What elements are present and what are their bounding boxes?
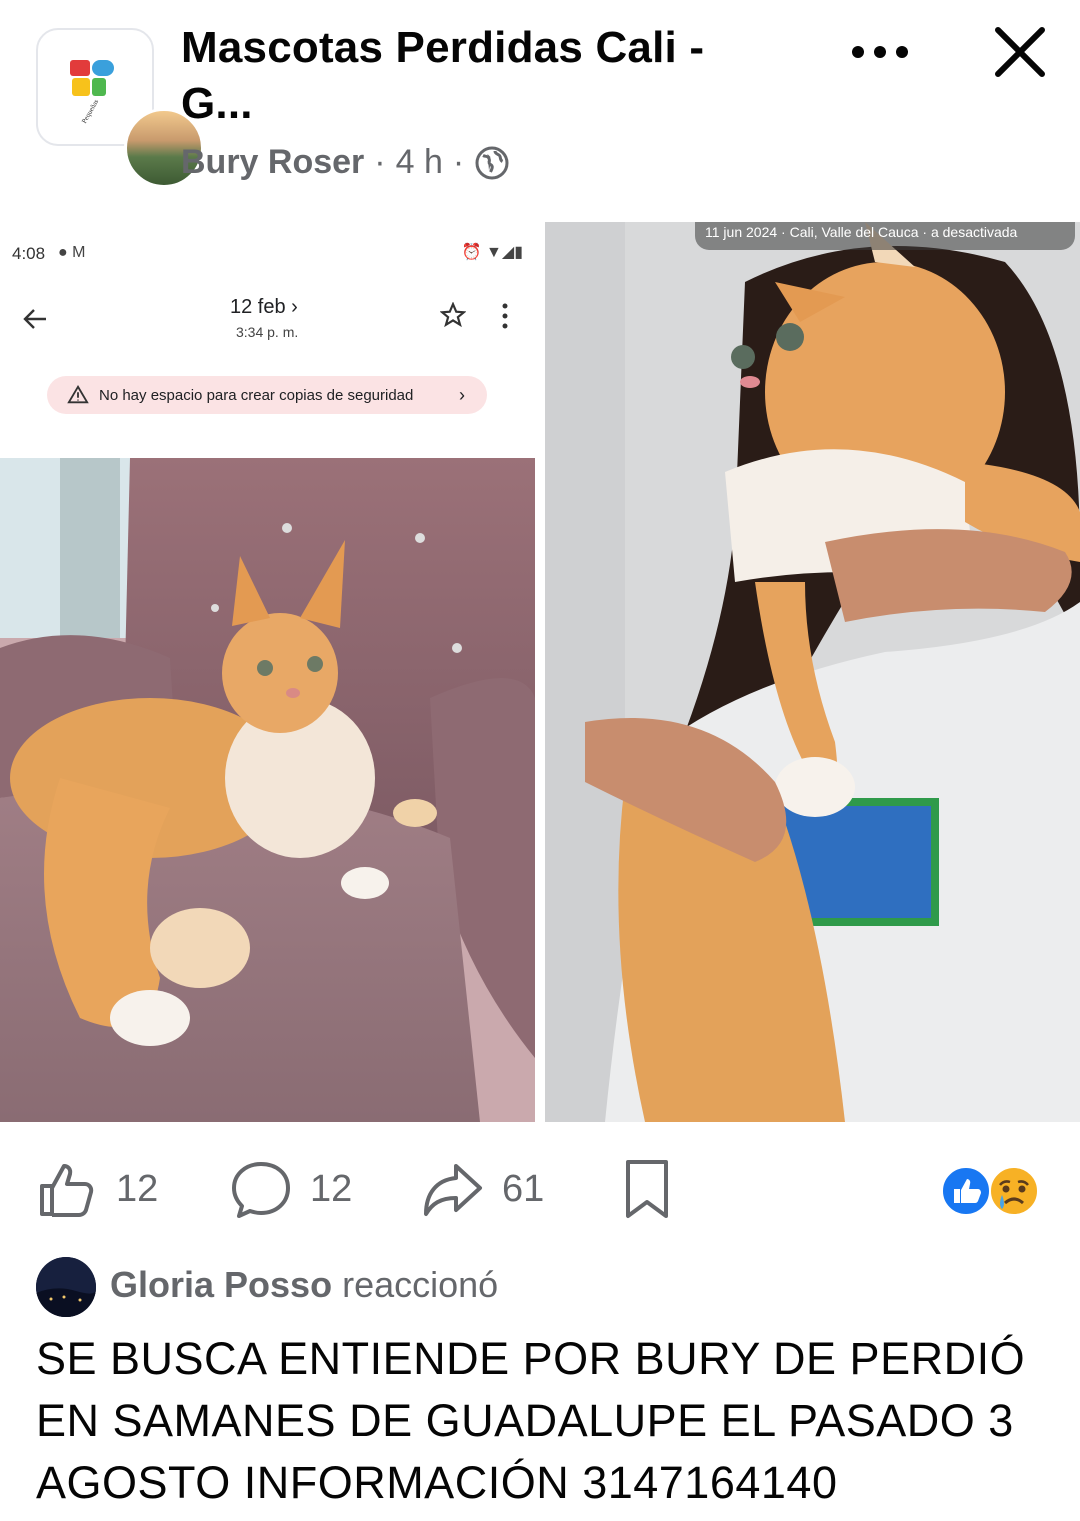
comment-button[interactable]: 12 [230,1158,352,1220]
svg-text:Pequeñas: Pequeñas [80,98,100,125]
cat-held-image [545,222,1080,1122]
reaction-verb: reaccionó [342,1264,499,1305]
reaction-summary[interactable] [940,1165,1040,1217]
backup-warning-banner: No hay espacio para crear copias de segu… [47,376,487,414]
comment-bubble-icon [232,1162,290,1218]
mail-time: 3:34 p. m. [236,324,299,340]
status-time: 4:08 [12,244,46,263]
backup-banner-text: No hay espacio para crear copias de segu… [99,386,414,404]
bookmark-icon [626,1160,668,1218]
share-count: 61 [502,1167,545,1210]
post-photo-right[interactable]: 11 jun 2024 · Cali, Valle del Cauca · a … [545,222,1080,1122]
globe-icon [475,146,509,179]
share-arrow-icon [424,1164,482,1216]
cat-on-armchair-image [0,458,535,1122]
like-count: 12 [116,1167,159,1210]
save-button[interactable] [616,1158,678,1220]
cloud-warning-icon [67,384,89,404]
system-icons: ⏰ ▼◢▮ [461,244,523,261]
mail-date: 12 feb › [230,296,298,318]
post-time[interactable]: 4 h [396,143,443,182]
photo-location-caption: 11 jun 2024 · Cali, Valle del Cauca · a … [695,222,1075,250]
comment-count: 12 [310,1167,353,1210]
close-icon[interactable] [990,22,1050,82]
thumbs-up-icon [40,1164,94,1217]
star-icon [440,302,466,328]
notification-icons: ● M [58,244,86,261]
chevron-right-icon: › [459,384,465,405]
share-button[interactable]: 61 [422,1158,544,1220]
reactor-avatar-image [36,1257,96,1317]
post-meta: Bury Roser · 4 h · [181,143,510,182]
group-name[interactable]: Mascotas Perdidas Cali - G... [181,20,781,132]
author-name[interactable]: Bury Roser [181,143,364,182]
separator: · [374,143,386,181]
post-photo-left[interactable]: 4:08 ● M ⏰ ▼◢▮ 12 feb › 3:34 p. m. No ha… [0,222,535,1122]
like-button[interactable]: 12 [36,1158,158,1220]
reactor-name[interactable]: Gloria Posso [110,1264,332,1305]
more-horizontal-icon[interactable] [845,32,915,72]
like-reaction-icon [941,1166,991,1216]
reaction-line: Gloria Posso reaccionó [110,1264,498,1306]
group-logo-icon: Pequeñas [70,60,114,125]
sad-reaction-icon [989,1166,1039,1216]
post-text: SE BUSCA ENTIENDE POR BURY DE PERDIÓ EN … [36,1333,1026,1508]
post-actions-bar: 12 12 61 [0,1150,1080,1230]
back-arrow-icon [23,309,46,329]
kebab-menu-icon [502,303,508,329]
mail-header: 12 feb › 3:34 p. m. [0,284,535,364]
separator: · [452,143,465,181]
reactor-avatar[interactable] [36,1257,96,1317]
phone-status-bar: 4:08 ● M ⏰ ▼◢▮ [0,222,535,284]
group-avatar[interactable]: Pequeñas [36,28,204,188]
